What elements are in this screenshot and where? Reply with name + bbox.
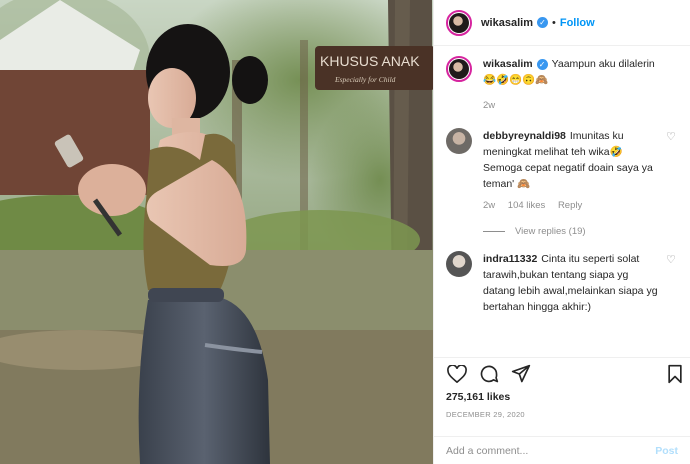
park-sign: KHUSUS ANAK Especially for Child [315, 46, 433, 90]
commenter-avatar[interactable] [446, 128, 472, 154]
author-avatar[interactable] [446, 9, 472, 36]
action-bar [434, 357, 690, 390]
share-icon[interactable] [510, 363, 532, 385]
photo-illustration: KHUSUS ANAK Especially for Child [0, 0, 433, 464]
comment-item: indra11332 Cinta itu seperti solat tarawi… [446, 251, 676, 315]
caption-age: 2w [483, 100, 496, 111]
comment-likes[interactable]: 104 likes [508, 200, 546, 211]
comment-item: debbyreynaldi98 Imunitas ku meningkat mel… [446, 128, 676, 214]
verified-badge-icon: ✓ [536, 17, 548, 28]
verified-badge-icon: ✓ [536, 58, 548, 70]
view-replies-label: View replies (19) [515, 226, 586, 237]
commenter-username[interactable]: indra11332 [483, 253, 537, 265]
caption-text: Yaampun aku dilalerin [551, 58, 655, 70]
bookmark-icon[interactable] [664, 363, 686, 385]
caption-emojis: 😂🤣😁🙃🙈 [483, 74, 549, 86]
post-photo[interactable]: KHUSUS ANAK Especially for Child [0, 0, 433, 464]
svg-text:Especially for Child: Especially for Child [334, 75, 396, 84]
caption-avatar[interactable] [446, 56, 472, 82]
svg-text:KHUSUS ANAK: KHUSUS ANAK [320, 53, 420, 69]
post-comment-button[interactable]: Post [655, 445, 678, 457]
author-username[interactable]: wikasalim [481, 17, 533, 29]
post-header: wikasalim ✓ • Follow [434, 0, 690, 46]
post-date: DECEMBER 29, 2020 [446, 410, 525, 419]
like-count[interactable]: 275,161 likes [446, 391, 510, 403]
post-side-panel: wikasalim ✓ • Follow wikasalim ✓ Yaampun a… [433, 0, 690, 464]
caption-username[interactable]: wikasalim [483, 58, 533, 70]
commenter-username[interactable]: debbyreynaldi98 [483, 130, 566, 142]
comments-list[interactable]: wikasalim ✓ Yaampun aku dilalerin 😂🤣😁🙃🙈 2w… [434, 56, 690, 357]
comment-like-heart-icon[interactable]: ♡ [666, 132, 676, 143]
commenter-avatar[interactable] [446, 251, 472, 277]
comment-input[interactable] [446, 444, 656, 457]
comment-like-heart-icon[interactable]: ♡ [666, 255, 676, 266]
comment-icon[interactable] [478, 363, 500, 385]
heart-icon[interactable] [446, 363, 468, 385]
caption: wikasalim ✓ Yaampun aku dilalerin 😂🤣😁🙃🙈 2w [446, 56, 676, 114]
follow-button[interactable]: Follow [560, 17, 595, 29]
reply-button[interactable]: Reply [558, 200, 582, 211]
add-comment-bar: Post [434, 436, 690, 464]
separator-dot: • [551, 16, 556, 29]
view-replies-button[interactable]: View replies (19) [483, 226, 676, 237]
comment-age: 2w [483, 200, 496, 211]
